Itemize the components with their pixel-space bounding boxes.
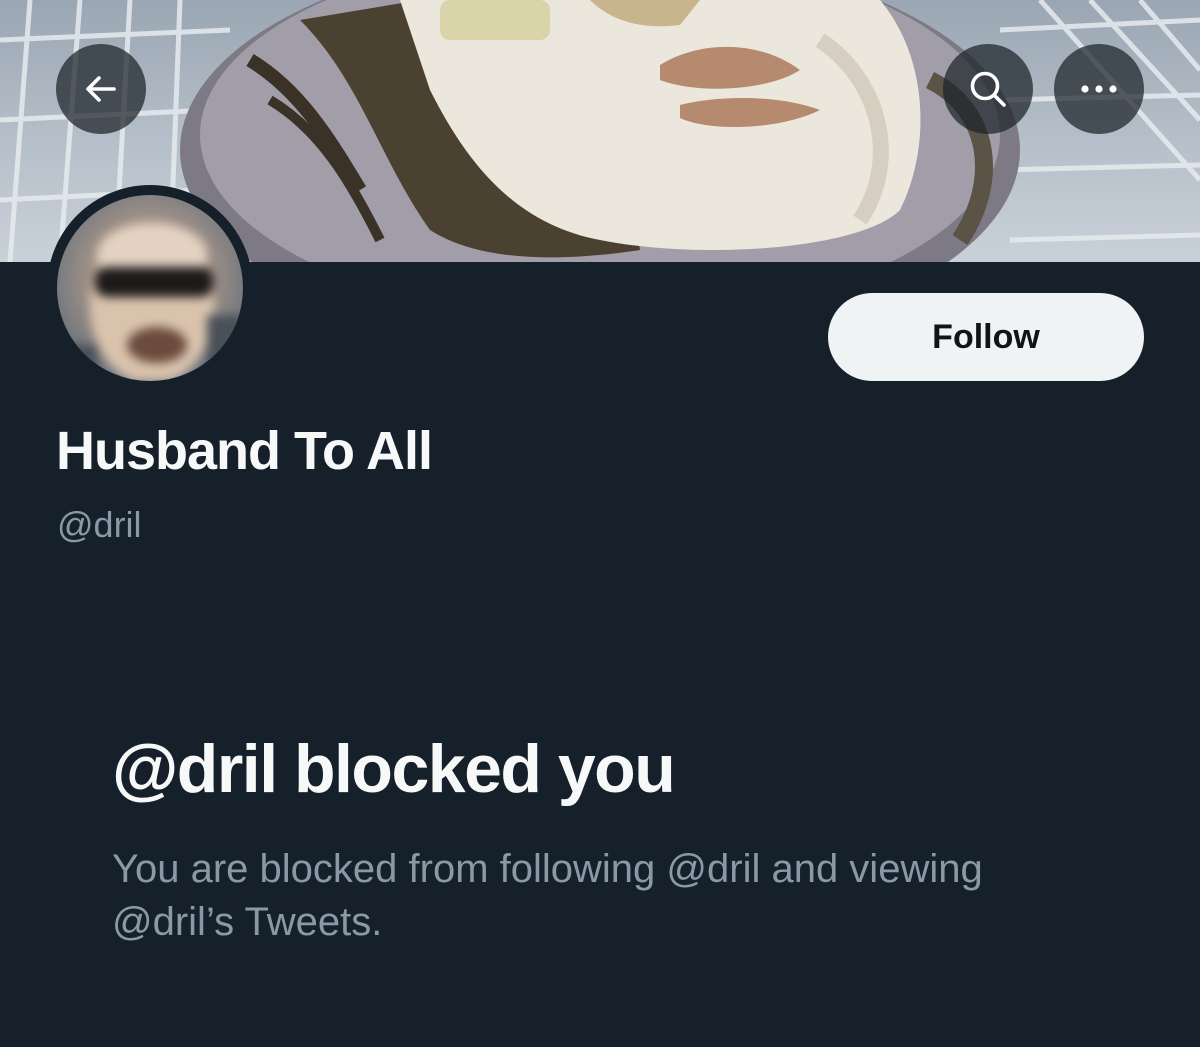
avatar-image: [57, 195, 243, 381]
search-button[interactable]: [943, 44, 1033, 134]
arrow-left-icon: [86, 76, 116, 102]
more-horizontal-icon: [1081, 85, 1117, 93]
more-options-button[interactable]: [1054, 44, 1144, 134]
display-name: Husband To All: [56, 421, 433, 481]
blocked-title: @dril blocked you: [112, 731, 676, 807]
profile-page: Follow Husband To All @dril @dril blocke…: [0, 0, 1200, 1047]
blocked-description: You are blocked from following @dril and…: [112, 847, 983, 944]
user-handle: @dril: [57, 504, 142, 545]
avatar[interactable]: [47, 185, 253, 391]
search-icon: [970, 71, 1006, 107]
follow-button[interactable]: Follow: [828, 293, 1144, 381]
back-button[interactable]: [56, 44, 146, 134]
